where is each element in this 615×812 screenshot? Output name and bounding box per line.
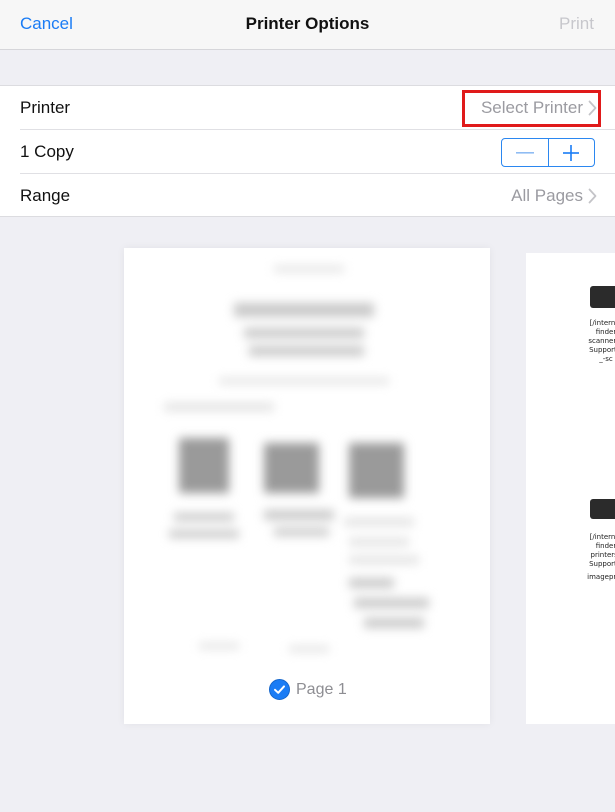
printer-options-list: Printer Select Printer 1 Copy Range All … (0, 85, 615, 217)
blurred-page-content (124, 248, 490, 668)
copies-label: 1 Copy (20, 142, 74, 161)
print-button[interactable]: Print (559, 14, 594, 34)
page-number-label: Page 1 (296, 681, 347, 698)
range-value[interactable]: All Pages (511, 186, 583, 206)
navigation-bar: Cancel Printer Options Print (0, 0, 615, 50)
side-text-block-3: imageprog (587, 573, 615, 581)
copies-row: 1 Copy (0, 130, 615, 174)
page-preview-2[interactable]: [/internet finder scanners? SupportPl _-… (526, 253, 615, 724)
printer-label: Printer (20, 98, 71, 117)
decrement-button[interactable] (502, 139, 549, 166)
page-title: Printer Options (245, 14, 370, 33)
scanner-thumbnail (590, 286, 615, 308)
printer-thumbnail (590, 499, 615, 519)
range-label: Range (20, 186, 71, 205)
select-printer-highlight (462, 90, 601, 127)
range-row[interactable]: Range All Pages (0, 174, 615, 218)
plus-icon (563, 144, 580, 161)
page-preview[interactable]: Page 1 (124, 248, 490, 724)
checkmark-icon (274, 685, 285, 694)
copies-stepper[interactable] (501, 138, 595, 167)
side-text-block-2: [/internet finder printers? SupportPl (589, 533, 615, 568)
printer-row[interactable]: Printer Select Printer (0, 86, 615, 130)
minus-icon (515, 151, 534, 154)
page-selected-checkbox[interactable] (269, 679, 290, 700)
page-footer: Page 1 (124, 668, 490, 724)
chevron-right-icon (588, 188, 597, 204)
side-text-block-1: [/internet finder scanners? SupportPl _-… (588, 319, 615, 363)
increment-button[interactable] (549, 139, 595, 166)
